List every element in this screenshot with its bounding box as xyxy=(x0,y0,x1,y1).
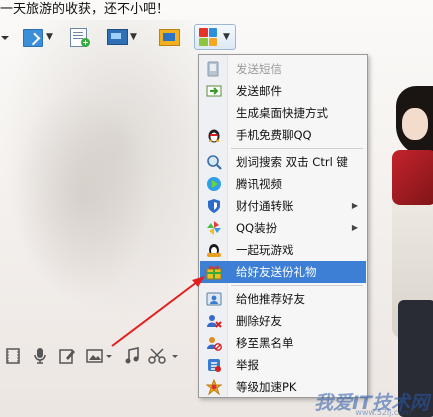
video-play-icon xyxy=(206,176,222,192)
menu-item-label: 给好友送份礼物 xyxy=(236,265,317,279)
menu-item-label: 发送邮件 xyxy=(236,84,282,98)
menu-item-label: QQ装扮 xyxy=(236,221,278,235)
input-toolbar xyxy=(0,344,200,368)
menu-item-move-to-blacklist[interactable]: 移至黑名单 xyxy=(200,332,366,354)
top-toolbar: ▼ + ▼ ▼ xyxy=(0,24,240,52)
menu-item-tencent-video[interactable]: 腾讯视频 xyxy=(200,173,366,195)
music-icon[interactable] xyxy=(124,344,140,368)
user-block-icon xyxy=(206,335,222,351)
context-menu: 发送短信 发送邮件 生成桌面快捷方式 手机免费聊QQ 划词搜索 双击 Ctrl … xyxy=(198,54,368,398)
chevron-down-icon: ▼ xyxy=(46,32,53,42)
microphone-icon[interactable] xyxy=(32,344,48,368)
menu-item-send-gift[interactable]: 给好友送份礼物 xyxy=(200,261,366,283)
gift-icon xyxy=(206,264,222,280)
menu-item-send-sms[interactable]: 发送短信 xyxy=(200,58,366,80)
level-icon xyxy=(205,378,223,396)
apps-grid-icon xyxy=(199,28,217,46)
menu-item-label: 等级加速PK xyxy=(236,380,297,394)
screen-share-button[interactable] xyxy=(158,24,180,50)
chevron-down-icon xyxy=(0,27,10,47)
menu-item-label: 举报 xyxy=(236,358,259,372)
menu-item-label: 财付通转账 xyxy=(236,199,294,213)
menu-separator xyxy=(231,285,363,286)
doc-plus-icon: + xyxy=(68,27,90,47)
menu-item-delete-friend[interactable]: 删除好友 xyxy=(200,310,366,332)
menu-item-tenpay-transfer[interactable]: 财付通转账 ▶ xyxy=(200,195,366,217)
menu-item-qq-dressup[interactable]: QQ装扮 ▶ xyxy=(200,217,366,239)
mail-icon xyxy=(206,83,222,99)
submenu-arrow-icon: ▶ xyxy=(351,223,358,232)
scissors-icon[interactable] xyxy=(148,344,182,368)
menu-separator xyxy=(231,148,363,149)
menu-item-label: 发送短信 xyxy=(236,62,282,76)
screen-share-icon xyxy=(158,27,180,47)
menu-item-word-search[interactable]: 划词搜索 双击 Ctrl 键 xyxy=(200,151,366,173)
background-tree xyxy=(6,80,156,310)
chat-message-title: 一天旅游的收获，还不小吧！ xyxy=(0,2,170,17)
file-transfer-icon xyxy=(22,27,44,47)
menu-item-desktop-shortcut[interactable]: 生成桌面快捷方式 xyxy=(200,102,366,124)
menu-item-label: 移至黑名单 xyxy=(236,336,294,350)
menu-item-label: 划词搜索 双击 Ctrl 键 xyxy=(236,155,348,169)
user-delete-icon xyxy=(206,313,222,329)
menu-item-label: 一起玩游戏 xyxy=(236,243,294,257)
sms-icon xyxy=(206,61,222,77)
menu-item-mobile-qq-chat[interactable]: 手机免费聊QQ xyxy=(200,124,366,146)
remote-screen-button[interactable]: ▼ xyxy=(106,24,137,50)
report-icon xyxy=(206,357,222,373)
menu-item-send-mail[interactable]: 发送邮件 xyxy=(200,80,366,102)
menu-item-label: 删除好友 xyxy=(236,314,282,328)
menu-item-label: 手机免费聊QQ xyxy=(236,128,312,142)
chevron-down-icon: ▼ xyxy=(223,32,230,42)
menu-item-label: 给他推荐好友 xyxy=(236,292,305,306)
menu-item-report[interactable]: 举报 xyxy=(200,354,366,376)
qq-penguin-icon xyxy=(206,127,222,143)
chevron-down-icon: ▼ xyxy=(130,32,137,42)
apps-menu-button[interactable]: ▼ xyxy=(194,24,236,50)
submenu-arrow-icon: ▶ xyxy=(351,201,358,210)
game-penguin-icon xyxy=(206,242,222,258)
pinwheel-icon xyxy=(206,220,222,236)
magnifier-icon xyxy=(206,154,222,170)
screen-icon xyxy=(106,27,128,47)
shield-icon xyxy=(206,198,222,214)
new-doc-button[interactable]: + xyxy=(68,24,90,50)
send-file-button[interactable]: ▼ xyxy=(22,24,53,50)
user-card-icon xyxy=(206,291,222,307)
expand-arrow-button[interactable] xyxy=(0,24,10,50)
decorative-figure-face xyxy=(402,108,428,140)
menu-item-play-game[interactable]: 一起玩游戏 xyxy=(200,239,366,261)
menu-item-label: 生成桌面快捷方式 xyxy=(236,106,328,120)
image-icon[interactable] xyxy=(86,344,114,368)
menu-item-recommend-friend[interactable]: 给他推荐好友 xyxy=(200,288,366,310)
watermark-url: www.52ij.com xyxy=(355,408,411,417)
film-icon[interactable] xyxy=(4,344,22,368)
decorative-figure-scarf xyxy=(392,150,433,205)
menu-item-label: 腾讯视频 xyxy=(236,177,282,191)
edit-icon[interactable] xyxy=(58,344,76,368)
